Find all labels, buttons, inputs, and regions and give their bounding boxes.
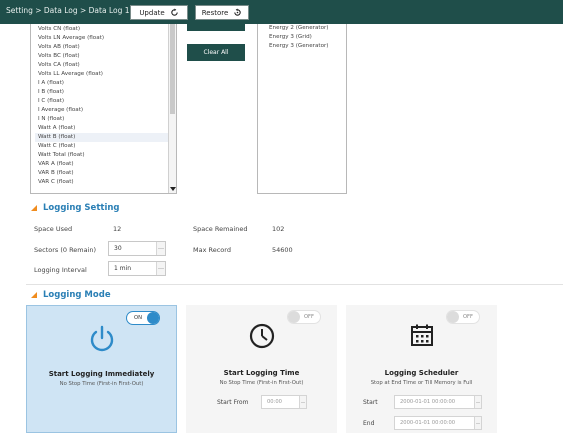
scroll-down-arrow-icon[interactable]	[170, 187, 176, 191]
time-toggle[interactable]: OFF	[287, 310, 321, 324]
start-from-value: 00:00	[267, 399, 282, 405]
list-item-selected[interactable]: Watt B (float)	[35, 133, 170, 142]
space-remained-label: Space Remained	[193, 225, 248, 233]
card-title: Start Logging Immediately	[48, 370, 155, 378]
list-item[interactable]: Energy 2 (Generator)	[269, 25, 328, 31]
logging-interval-value: 1 min	[114, 265, 132, 272]
list-item[interactable]: Volts CA (float)	[38, 61, 80, 70]
stepper-arrows-icon[interactable]	[156, 242, 165, 255]
power-icon	[90, 325, 114, 352]
start-label: Start	[363, 399, 378, 406]
available-fields-list[interactable]: Volts CN (float) Volts LN Average (float…	[30, 24, 177, 194]
stepper-arrows-icon[interactable]	[299, 396, 306, 408]
clear-all-button[interactable]: Clear All	[187, 44, 245, 61]
list-item[interactable]: Volts LN Average (float)	[38, 34, 104, 43]
card-title: Start Logging Time	[223, 369, 300, 377]
sectors-value: 30	[114, 245, 122, 252]
calendar-icon	[411, 324, 433, 346]
card-subtitle: No Stop Time (First-in First-Out)	[59, 381, 144, 387]
dropdown-arrow-icon[interactable]	[156, 262, 165, 275]
sectors-stepper[interactable]: 30	[108, 241, 166, 256]
list-item[interactable]: Watt A (float)	[38, 124, 75, 133]
list-item[interactable]: Volts LL Average (float)	[38, 70, 103, 79]
refresh-icon	[170, 8, 178, 16]
start-from-label: Start From	[217, 399, 249, 406]
restore-icon	[234, 8, 241, 16]
schedule-end-input[interactable]: 2000-01-01 00:00:00	[394, 416, 482, 430]
list-item[interactable]: I Average (float)	[38, 106, 83, 115]
list-item[interactable]: Volts CN (float)	[38, 25, 80, 34]
toggle-knob	[447, 311, 459, 323]
toggle-knob	[147, 312, 159, 324]
end-label: End	[363, 420, 375, 427]
toggle-label: ON	[134, 315, 142, 321]
update-button[interactable]: Update	[130, 5, 188, 20]
logging-mode-title: Logging Mode	[43, 290, 111, 300]
stepper-arrows-icon[interactable]	[474, 396, 481, 408]
max-record-label: Max Record	[193, 246, 231, 254]
update-button-label: Update	[139, 8, 165, 17]
immediately-toggle[interactable]: ON	[126, 311, 160, 325]
space-used-label: Space Used	[34, 225, 73, 233]
scheduler-toggle[interactable]: OFF	[446, 310, 480, 324]
logging-interval-select[interactable]: 1 min	[108, 261, 166, 276]
mode-card-time[interactable]: OFF Start Logging Time No Stop Time (Fir…	[186, 305, 337, 433]
sectors-label: Sectors (0 Remain)	[34, 246, 97, 254]
section-marker-icon	[31, 292, 37, 298]
section-divider	[26, 284, 563, 285]
max-record-value: 54600	[272, 246, 293, 254]
schedule-start-input[interactable]: 2000-01-01 00:00:00	[394, 395, 482, 409]
add-button[interactable]	[187, 24, 245, 31]
schedule-end-value: 2000-01-01 00:00:00	[400, 420, 456, 426]
list-item[interactable]: Volts BC (float)	[38, 52, 80, 61]
clock-icon	[249, 323, 275, 349]
logging-setting-title: Logging Setting	[43, 203, 120, 213]
mode-card-immediately[interactable]: ON Start Logging Immediately No Stop Tim…	[26, 305, 177, 433]
logging-interval-label: Logging Interval	[34, 266, 87, 274]
list-item[interactable]: VAR C (float)	[38, 178, 74, 187]
start-from-input[interactable]: 00:00	[261, 395, 307, 409]
scrollbar-thumb[interactable]	[170, 24, 175, 114]
card-subtitle: Stop at End Time or Till Memory is Full	[370, 380, 473, 386]
stepper-arrows-icon[interactable]	[474, 417, 481, 429]
list-item[interactable]: Watt C (float)	[38, 142, 75, 151]
logging-setting-heading: Logging Setting	[31, 203, 120, 213]
toggle-label: OFF	[303, 314, 314, 320]
space-remained-value: 102	[272, 225, 285, 233]
mode-card-scheduler[interactable]: OFF Logging Scheduler Stop at End Time o…	[346, 305, 497, 433]
list-item[interactable]: I N (float)	[38, 115, 64, 124]
list-item[interactable]: VAR A (float)	[38, 160, 74, 169]
space-used-value: 12	[113, 225, 122, 233]
toggle-label: OFF	[462, 314, 473, 320]
schedule-start-value: 2000-01-01 00:00:00	[400, 399, 456, 405]
header-bar: Setting > Data Log > Data Log 1 Update R…	[0, 0, 563, 24]
list-item[interactable]: I B (float)	[38, 88, 64, 97]
toggle-knob	[288, 311, 300, 323]
list-scrollbar[interactable]	[168, 24, 176, 193]
list-item[interactable]: Watt Total (float)	[38, 151, 85, 160]
card-subtitle: No Stop Time (First-in First-Out)	[219, 380, 304, 386]
restore-button[interactable]: Restore	[195, 5, 249, 20]
list-item[interactable]: I C (float)	[38, 97, 64, 106]
breadcrumb: Setting > Data Log > Data Log 1	[6, 6, 130, 15]
list-item[interactable]: VAR B (float)	[38, 169, 74, 178]
logging-mode-heading: Logging Mode	[31, 290, 111, 300]
list-item[interactable]: Volts AB (float)	[38, 43, 80, 52]
restore-button-label: Restore	[201, 8, 229, 17]
list-item[interactable]: Energy 3 (Grid)	[269, 34, 312, 40]
list-item[interactable]: Energy 3 (Generator)	[269, 43, 328, 49]
section-marker-icon	[31, 205, 37, 211]
selected-fields-list[interactable]: Energy 2 (Generator) Energy 3 (Grid) Ene…	[257, 24, 347, 194]
list-item[interactable]: I A (float)	[38, 79, 64, 88]
card-title: Logging Scheduler	[384, 369, 459, 377]
